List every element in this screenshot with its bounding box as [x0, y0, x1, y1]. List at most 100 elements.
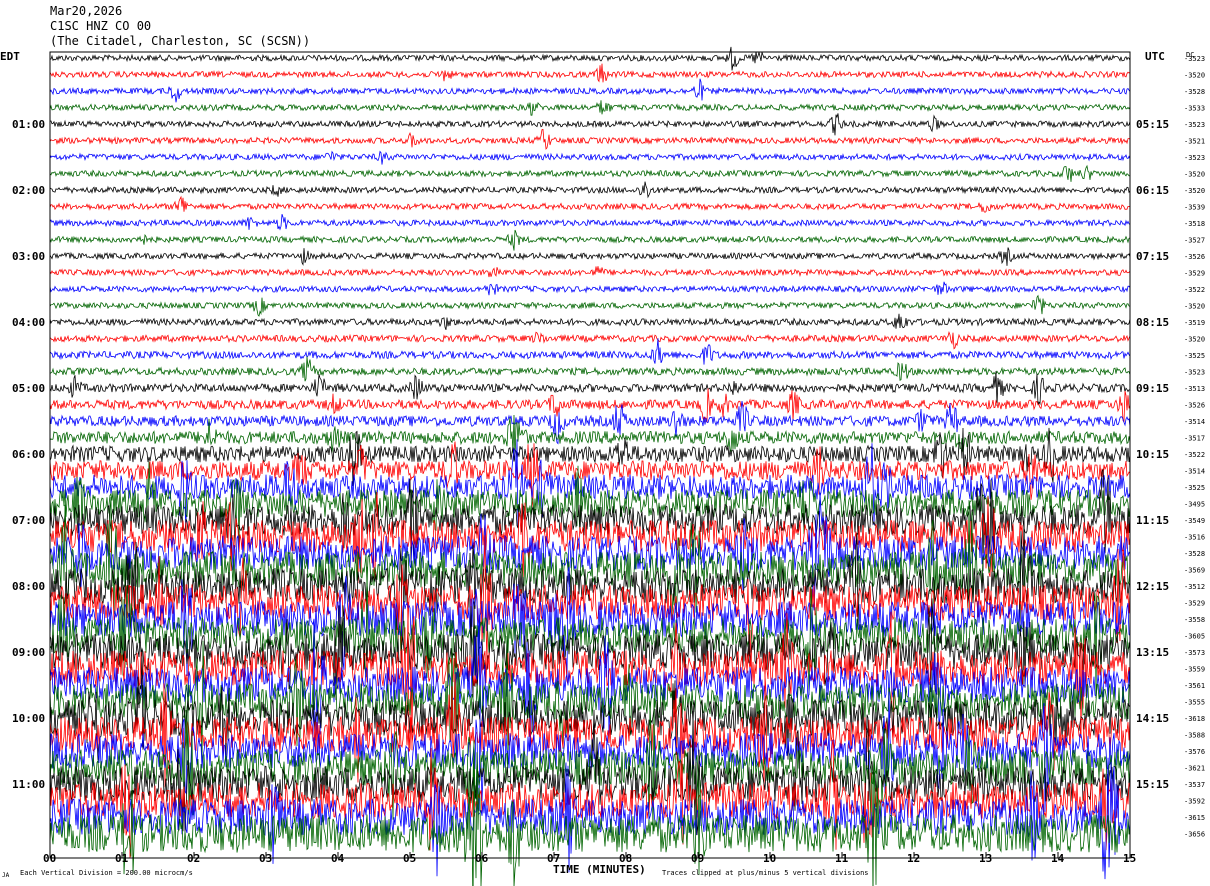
x-tick-label: 10: [763, 852, 776, 865]
left-hour-label: 07:00: [12, 514, 45, 527]
dc-offset-label: -3520: [1184, 187, 1205, 195]
left-hour-label: 06:00: [12, 448, 45, 461]
left-hour-label: 08:00: [12, 580, 45, 593]
right-hour-label: 13:15: [1136, 646, 1169, 659]
x-tick-label: 00: [43, 852, 56, 865]
dc-offset-label: -3561: [1184, 682, 1205, 690]
x-tick-label: 04: [331, 852, 345, 865]
x-tick-label: 01: [115, 852, 129, 865]
x-tick-label: 12: [907, 852, 920, 865]
dc-offset-label: -3588: [1184, 732, 1205, 740]
dc-offset-label: -3520: [1184, 72, 1205, 80]
dc-offset-label: -3513: [1184, 385, 1205, 393]
dc-offset-label: -3537: [1184, 781, 1205, 789]
dc-offset-label: -3523: [1184, 369, 1205, 377]
right-hour-label: 12:15: [1136, 580, 1169, 593]
left-hour-label: 04:00: [12, 316, 45, 329]
seismic-trace: [49, 266, 1131, 278]
dc-offset-label: -3549: [1184, 517, 1205, 525]
dc-offset-label: -3522: [1184, 286, 1205, 294]
dc-offset-label: -3520: [1184, 336, 1205, 344]
corner-mark: JA: [2, 872, 10, 879]
helicorder-plot: -3523 -3520 -3528 -3533 -3523 -3521 -3523 -3520…: [0, 46, 1205, 886]
seismic-trace: [49, 195, 1131, 213]
dc-offset-label: -3512: [1184, 583, 1205, 591]
right-hour-label: 07:15: [1136, 250, 1169, 263]
dc-offset-label: -3605: [1184, 633, 1205, 641]
dc-offset-label: -3514: [1184, 418, 1205, 426]
dc-offset-label: -3523: [1184, 121, 1205, 129]
dc-offset-label: -3520: [1184, 303, 1205, 311]
seismic-trace: [49, 371, 1131, 406]
seismic-trace: [49, 150, 1131, 165]
dc-offset-label: -3621: [1184, 765, 1205, 773]
dc-offset-label: -3523: [1184, 154, 1205, 162]
right-hour-label: 08:15: [1136, 316, 1169, 329]
seismic-trace: [49, 294, 1131, 317]
dc-offset-label: -3525: [1184, 484, 1205, 492]
dc-offset-label: -3573: [1184, 649, 1205, 657]
seismic-trace: [49, 78, 1131, 103]
clip-note: Traces clipped at plus/minus 5 vertical …: [662, 869, 869, 877]
seismic-trace: [49, 63, 1131, 83]
x-axis-title: TIME (MINUTES): [553, 863, 646, 876]
dc-offset-label: -3555: [1184, 699, 1205, 707]
left-hour-label: 02:00: [12, 184, 45, 197]
dc-offset-label: -3559: [1184, 666, 1205, 674]
seismic-trace: [49, 181, 1131, 199]
right-hour-label: 09:15: [1136, 382, 1169, 395]
x-tick-label: 06: [475, 852, 489, 865]
left-timezone-label: EDT: [0, 50, 20, 63]
x-tick-label: 02: [187, 852, 200, 865]
dc-offset-label: -3558: [1184, 616, 1205, 624]
dc-offset-label: -3528: [1184, 88, 1205, 96]
seismic-trace: [49, 330, 1131, 350]
seismic-trace: [49, 281, 1131, 296]
seismic-trace: [49, 427, 1131, 487]
x-tick-label: 11: [835, 852, 849, 865]
seismic-trace: [49, 313, 1131, 330]
left-hour-label: 05:00: [12, 382, 45, 395]
seismic-trace: [49, 129, 1131, 150]
x-tick-label: 15: [1123, 852, 1136, 865]
seismic-trace: [49, 338, 1131, 365]
seismic-trace: [49, 164, 1131, 182]
x-tick-label: 09: [691, 852, 704, 865]
dc-offset-label: -3517: [1184, 435, 1205, 443]
seismic-trace: [49, 113, 1131, 136]
dc-offset-label: -3569: [1184, 567, 1205, 575]
dc-offset-label: -3514: [1184, 468, 1205, 476]
right-hour-label: 14:15: [1136, 712, 1169, 725]
right-hour-label: 06:15: [1136, 184, 1169, 197]
dc-offset-label: -3528: [1184, 550, 1205, 558]
dc-offset-label: -3656: [1184, 831, 1205, 839]
seismic-trace: [49, 356, 1131, 382]
x-tick-label: 03: [259, 852, 272, 865]
dc-offset-label: -3592: [1184, 798, 1205, 806]
left-hour-label: 03:00: [12, 250, 45, 263]
scale-note: Each Vertical Division = 200.00 microcm/…: [20, 869, 193, 877]
dc-offset-label: -3527: [1184, 237, 1205, 245]
dc-offset-label: -3516: [1184, 534, 1205, 542]
dc-offset-label: -3519: [1184, 319, 1205, 327]
seismic-trace: [49, 213, 1131, 231]
dc-offset-label: -3615: [1184, 814, 1205, 822]
seismic-trace: [49, 100, 1131, 116]
right-hour-label: 15:15: [1136, 778, 1169, 791]
x-tick-label: 13: [979, 852, 992, 865]
right-hour-label: 10:15: [1136, 448, 1169, 461]
dc-offset-label: -3518: [1184, 220, 1205, 228]
dc-offset-label: -3495: [1184, 501, 1205, 509]
dc-offset-label: -3522: [1184, 451, 1205, 459]
dc-offset-label: -3526: [1184, 253, 1205, 261]
dc-offset-label: -3521: [1184, 138, 1205, 146]
trace-group: [49, 46, 1131, 886]
dc-offset-label: -3618: [1184, 715, 1205, 723]
x-tick-label: 05: [403, 852, 416, 865]
dc-offset-label: -3539: [1184, 204, 1205, 212]
dc-offset-label: -3529: [1184, 600, 1205, 608]
left-hour-label: 09:00: [12, 646, 45, 659]
dc-offset-label: -3529: [1184, 270, 1205, 278]
dc-offset-label: -3520: [1184, 171, 1205, 179]
dc-label: DC: [1186, 51, 1194, 59]
